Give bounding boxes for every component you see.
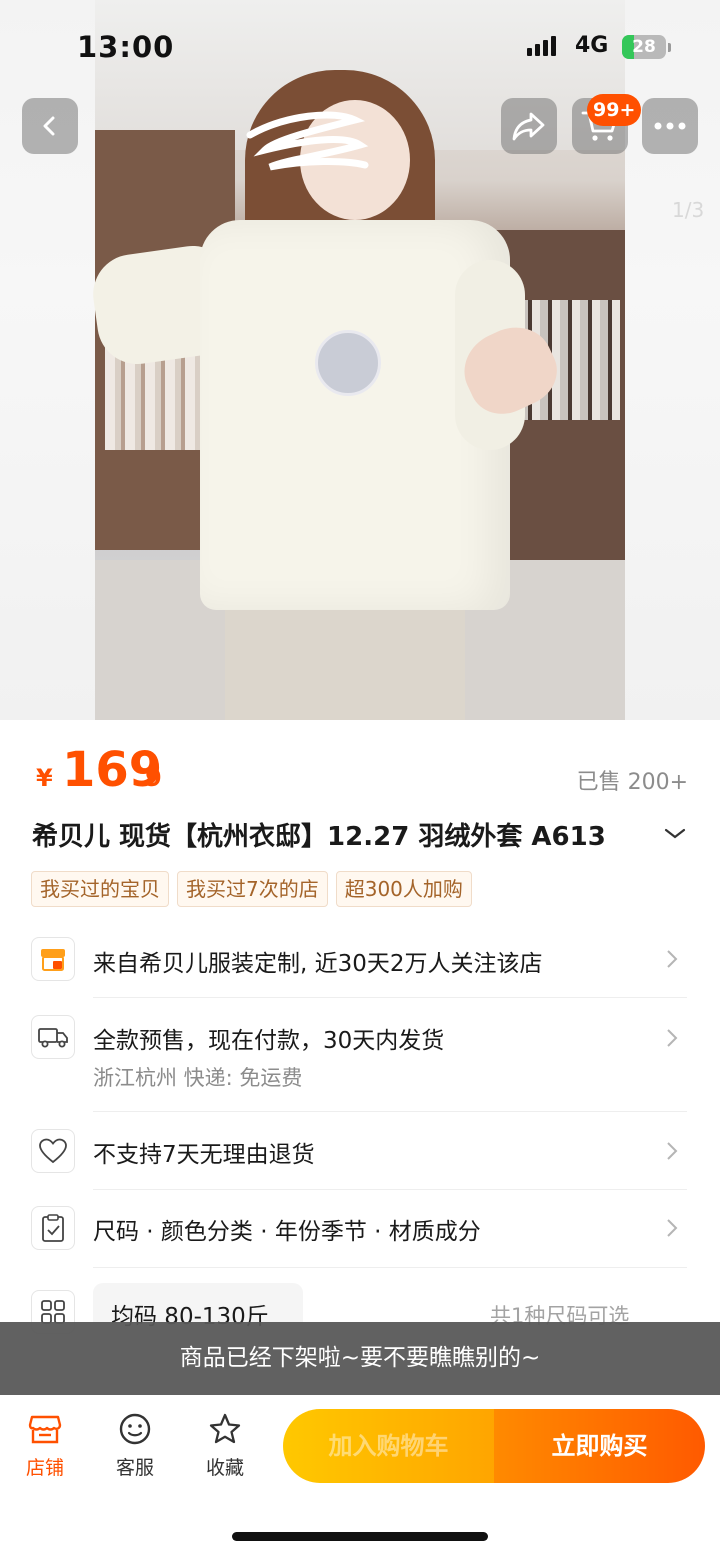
chevron-right-icon xyxy=(667,1029,678,1047)
share-icon xyxy=(512,112,545,141)
chevron-right-icon xyxy=(667,1219,678,1237)
status-bar: 13:00 4G 28 xyxy=(0,0,720,90)
tab-favorite-label: 收藏 xyxy=(205,1457,244,1479)
status-time: 13:00 xyxy=(77,30,175,64)
more-icon xyxy=(654,122,686,130)
product-tags: 我买过的宝贝 我买过7次的店 超300人加购 xyxy=(31,871,472,907)
returns-row[interactable]: 不支持7天无理由退货 xyxy=(0,1122,720,1188)
tab-customer-service-label: 客服 xyxy=(115,1457,154,1479)
specs-summary: 尺码 · 颜色分类 · 年份季节 · 材质成分 xyxy=(93,1219,481,1245)
tag-cart-adds: 超300人加购 xyxy=(335,871,472,907)
buy-now-button[interactable]: 立即购买 xyxy=(494,1409,705,1483)
add-to-cart-button[interactable]: 加入购物车 xyxy=(283,1409,494,1483)
tab-store-label: 店铺 xyxy=(25,1457,64,1479)
bottom-action-bar: 店铺 客服 收藏 加入购物车 立即购买 xyxy=(0,1395,720,1558)
currency-symbol: ¥ xyxy=(36,764,53,792)
shipping-origin: 浙江杭州 快递: 免运费 xyxy=(93,1066,303,1090)
heart-icon xyxy=(31,1129,75,1173)
store-description: 来自希贝儿服装定制, 近30天2万人关注该店 xyxy=(93,951,543,977)
share-button[interactable] xyxy=(501,98,557,154)
clipboard-icon xyxy=(31,1206,75,1250)
chevron-down-icon[interactable] xyxy=(662,822,688,844)
battery-icon: 28 xyxy=(622,35,666,59)
home-indicator xyxy=(232,1532,488,1541)
chevron-right-icon xyxy=(667,950,678,968)
specs-row[interactable]: 尺码 · 颜色分类 · 年份季节 · 材质成分 xyxy=(0,1199,720,1265)
signal-icon xyxy=(527,36,556,56)
shipping-row[interactable]: 全款预售，现在付款，30天内发货 浙江杭州 快递: 免运费 xyxy=(0,1008,720,1108)
face-scribble xyxy=(246,111,369,171)
tab-store[interactable]: 店铺 xyxy=(10,1411,80,1480)
chevron-left-icon xyxy=(43,116,55,136)
purchase-buttons: 加入购物车 立即购买 xyxy=(283,1409,705,1483)
image-counter: 1/3 xyxy=(672,198,705,222)
more-button[interactable] xyxy=(642,98,698,154)
price-decimal: .9 xyxy=(136,764,162,792)
delisted-toast: 商品已经下架啦~要不要瞧瞧别的~ xyxy=(0,1322,720,1395)
product-title: 希贝儿 现货【杭州衣邸】12.27 羽绒外套 A613 xyxy=(32,822,606,852)
returns-policy: 不支持7天无理由退货 xyxy=(93,1142,315,1168)
tag-store-purchases: 我买过7次的店 xyxy=(177,871,328,907)
chevron-right-icon xyxy=(667,1142,678,1160)
cart-badge: 99+ xyxy=(587,94,642,126)
tab-favorite[interactable]: 收藏 xyxy=(190,1411,260,1480)
back-button[interactable] xyxy=(22,98,78,154)
tab-customer-service[interactable]: 客服 xyxy=(100,1411,170,1480)
divider xyxy=(93,1267,687,1268)
battery-level: 28 xyxy=(632,37,656,57)
store-icon xyxy=(28,1415,62,1444)
truck-icon xyxy=(31,1015,75,1059)
tag-bought-before: 我买过的宝贝 xyxy=(31,871,169,907)
sold-count: 已售 200+ xyxy=(576,770,688,795)
divider xyxy=(93,1189,687,1190)
store-row[interactable]: 来自希贝儿服装定制, 近30天2万人关注该店 xyxy=(0,930,720,998)
store-icon xyxy=(31,937,75,981)
shipping-info: 全款预售，现在付款，30天内发货 xyxy=(93,1028,445,1054)
customer-service-icon xyxy=(119,1413,151,1445)
network-type: 4G xyxy=(575,33,609,58)
divider xyxy=(93,997,687,998)
divider xyxy=(93,1111,687,1112)
star-icon xyxy=(209,1413,241,1444)
